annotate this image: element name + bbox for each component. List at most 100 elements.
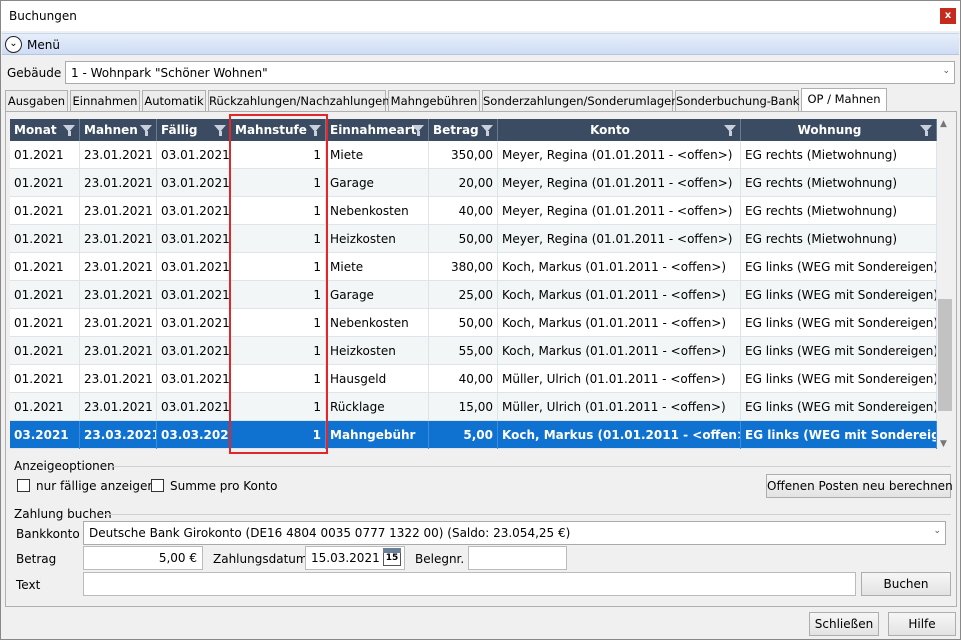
cell-wohnung[interactable]: EG rechts (Mietwohnung) (741, 197, 937, 225)
cell-konto[interactable]: Koch, Markus (01.01.2011 - <offen>) (498, 253, 741, 281)
cell-mahnen[interactable]: 23.03.2021 (80, 421, 157, 449)
cell-betrag[interactable]: 40,00 (429, 197, 498, 225)
cell-mahnen[interactable]: 23.01.2021 (80, 169, 157, 197)
column-header-faellig[interactable]: Fällig (157, 119, 231, 141)
scroll-down-icon[interactable]: ▼ (940, 439, 947, 449)
cell-mahnen[interactable]: 23.01.2021 (80, 141, 157, 169)
cell-betrag[interactable]: 25,00 (429, 281, 498, 309)
cell-monat[interactable]: 01.2021 (10, 225, 80, 253)
scroll-thumb[interactable] (938, 299, 952, 411)
cell-mahnstufe[interactable]: 1 (231, 141, 326, 169)
table-row[interactable]: 01.2021 23.01.2021 03.01.2021 1 Heizkosten 55… (10, 337, 937, 365)
close-window-button[interactable]: x (940, 8, 956, 24)
cell-mahnen[interactable]: 23.01.2021 (80, 337, 157, 365)
cell-einnahmeart[interactable]: Hausgeld (326, 365, 429, 393)
filter-icon[interactable] (63, 125, 75, 136)
column-header-mahnstufe[interactable]: Mahnstufe (231, 119, 326, 141)
cell-monat[interactable]: 01.2021 (10, 253, 80, 281)
chevron-down-icon[interactable]: ⌄ (5, 36, 22, 53)
cell-wohnung[interactable]: EG rechts (Mietwohnung) (741, 225, 937, 253)
cell-betrag[interactable]: 15,00 (429, 393, 498, 421)
cell-monat[interactable]: 01.2021 (10, 337, 80, 365)
column-header-betrag[interactable]: Betrag (429, 119, 498, 141)
cell-monat[interactable]: 01.2021 (10, 141, 80, 169)
help-button[interactable]: Hilfe (888, 612, 956, 636)
cell-faellig[interactable]: 03.01.2021 (157, 141, 231, 169)
filter-icon[interactable] (481, 125, 493, 136)
cell-einnahmeart[interactable]: Heizkosten (326, 337, 429, 365)
open-items-grid[interactable]: Monat Mahnen Fällig Mahnstufe Einnahmear… (10, 119, 937, 449)
filter-icon[interactable] (140, 125, 152, 136)
cell-mahnen[interactable]: 23.01.2021 (80, 253, 157, 281)
close-button[interactable]: Schließen (809, 612, 879, 636)
cell-mahnstufe[interactable]: 1 (231, 169, 326, 197)
cell-einnahmeart[interactable]: Garage (326, 281, 429, 309)
sum-per-account-checkbox[interactable] (151, 479, 164, 492)
cell-einnahmeart[interactable]: Nebenkosten (326, 309, 429, 337)
table-row[interactable]: 01.2021 23.01.2021 03.01.2021 1 Garage 25,00 K… (10, 281, 937, 309)
cell-mahnstufe[interactable]: 1 (231, 225, 326, 253)
tab-ausgaben[interactable]: Ausgaben (5, 90, 68, 112)
cell-einnahmeart[interactable]: Miete (326, 253, 429, 281)
filter-icon[interactable] (920, 125, 932, 136)
cell-wohnung[interactable]: EG links (WEG mit Sondereigen) (741, 337, 937, 365)
cell-einnahmeart[interactable]: Mahngebühr (326, 421, 429, 449)
cell-mahnen[interactable]: 23.01.2021 (80, 365, 157, 393)
cell-faellig[interactable]: 03.01.2021 (157, 393, 231, 421)
cell-konto[interactable]: Meyer, Regina (01.01.2011 - <offen>) (498, 197, 741, 225)
cell-wohnung[interactable]: EG rechts (Mietwohnung) (741, 169, 937, 197)
cell-konto[interactable]: Koch, Markus (01.01.2011 - <offen>) (498, 281, 741, 309)
cell-konto[interactable]: Müller, Ulrich (01.01.2011 - <offen>) (498, 393, 741, 421)
cell-wohnung[interactable]: EG links (WEG mit Sondereigen) (741, 393, 937, 421)
cell-faellig[interactable]: 03.01.2021 (157, 281, 231, 309)
cell-faellig[interactable]: 03.01.2021 (157, 365, 231, 393)
filter-icon[interactable] (412, 125, 424, 136)
cell-wohnung[interactable]: EG links (WEG mit Sondereigen) (741, 365, 937, 393)
cell-einnahmeart[interactable]: Heizkosten (326, 225, 429, 253)
cell-wohnung[interactable]: EG links (WEG mit Sondereigen) (741, 281, 937, 309)
tab-sonderzahlungen[interactable]: Sonderzahlungen/Sonderumlagen (482, 90, 679, 112)
cell-konto[interactable]: Meyer, Regina (01.01.2011 - <offen>) (498, 225, 741, 253)
cell-betrag[interactable]: 40,00 (429, 365, 498, 393)
cell-mahnstufe[interactable]: 1 (231, 365, 326, 393)
cell-konto[interactable]: Müller, Ulrich (01.01.2011 - <offen>) (498, 365, 741, 393)
cell-betrag[interactable]: 55,00 (429, 337, 498, 365)
table-row[interactable]: 01.2021 23.01.2021 03.01.2021 1 Nebenkosten 4… (10, 197, 937, 225)
column-header-wohnung[interactable]: Wohnung (741, 119, 937, 141)
table-row[interactable]: 01.2021 23.01.2021 03.01.2021 1 Nebenkosten 5… (10, 309, 937, 337)
table-row[interactable]: 01.2021 23.01.2021 03.01.2021 1 Rücklage 15,0… (10, 393, 937, 421)
tab-op-mahnen[interactable]: OP / Mahnen (801, 88, 887, 112)
cell-betrag[interactable]: 20,00 (429, 169, 498, 197)
cell-mahnen[interactable]: 23.01.2021 (80, 309, 157, 337)
cell-betrag[interactable]: 50,00 (429, 225, 498, 253)
cell-faellig[interactable]: 03.01.2021 (157, 337, 231, 365)
cell-faellig[interactable]: 03.01.2021 (157, 253, 231, 281)
cell-mahnstufe[interactable]: 1 (231, 337, 326, 365)
recalculate-open-items-button[interactable]: Offenen Posten neu berechnen (766, 474, 953, 498)
building-select[interactable]: 1 - Wohnpark "Schöner Wohnen" ⌄ (65, 61, 955, 84)
cell-konto[interactable]: Koch, Markus (01.01.2011 - <offen>) (498, 421, 741, 449)
column-header-monat[interactable]: Monat (10, 119, 80, 141)
table-row[interactable]: 03.2021 23.03.2021 03.03.2021 1 Mahngebühr 5,… (10, 421, 937, 449)
cell-einnahmeart[interactable]: Garage (326, 169, 429, 197)
cell-faellig[interactable]: 03.01.2021 (157, 225, 231, 253)
cell-einnahmeart[interactable]: Nebenkosten (326, 197, 429, 225)
only-due-checkbox[interactable] (17, 479, 30, 492)
cell-monat[interactable]: 01.2021 (10, 281, 80, 309)
amount-input[interactable]: 5,00 € (83, 546, 203, 570)
cell-betrag[interactable]: 5,00 (429, 421, 498, 449)
cell-monat[interactable]: 01.2021 (10, 309, 80, 337)
cell-wohnung[interactable]: EG rechts (Mietwohnung) (741, 141, 937, 169)
cell-faellig[interactable]: 03.01.2021 (157, 169, 231, 197)
grid-scrollbar[interactable]: ▲ ▼ (937, 119, 953, 449)
column-header-einnahmeart[interactable]: Einnahmeart (326, 119, 429, 141)
cell-faellig[interactable]: 03.03.2021 (157, 421, 231, 449)
filter-icon[interactable] (309, 125, 321, 136)
cell-wohnung[interactable]: EG links (WEG mit Sondereigen) (741, 421, 937, 449)
tab-mahngebuehren[interactable]: Mahngebühren (388, 90, 480, 112)
post-button[interactable]: Buchen (861, 572, 951, 596)
menu-bar[interactable]: ⌄ Menü (2, 33, 959, 55)
cell-mahnstufe[interactable]: 1 (231, 281, 326, 309)
receipt-number-input[interactable] (468, 546, 567, 570)
cell-mahnen[interactable]: 23.01.2021 (80, 393, 157, 421)
